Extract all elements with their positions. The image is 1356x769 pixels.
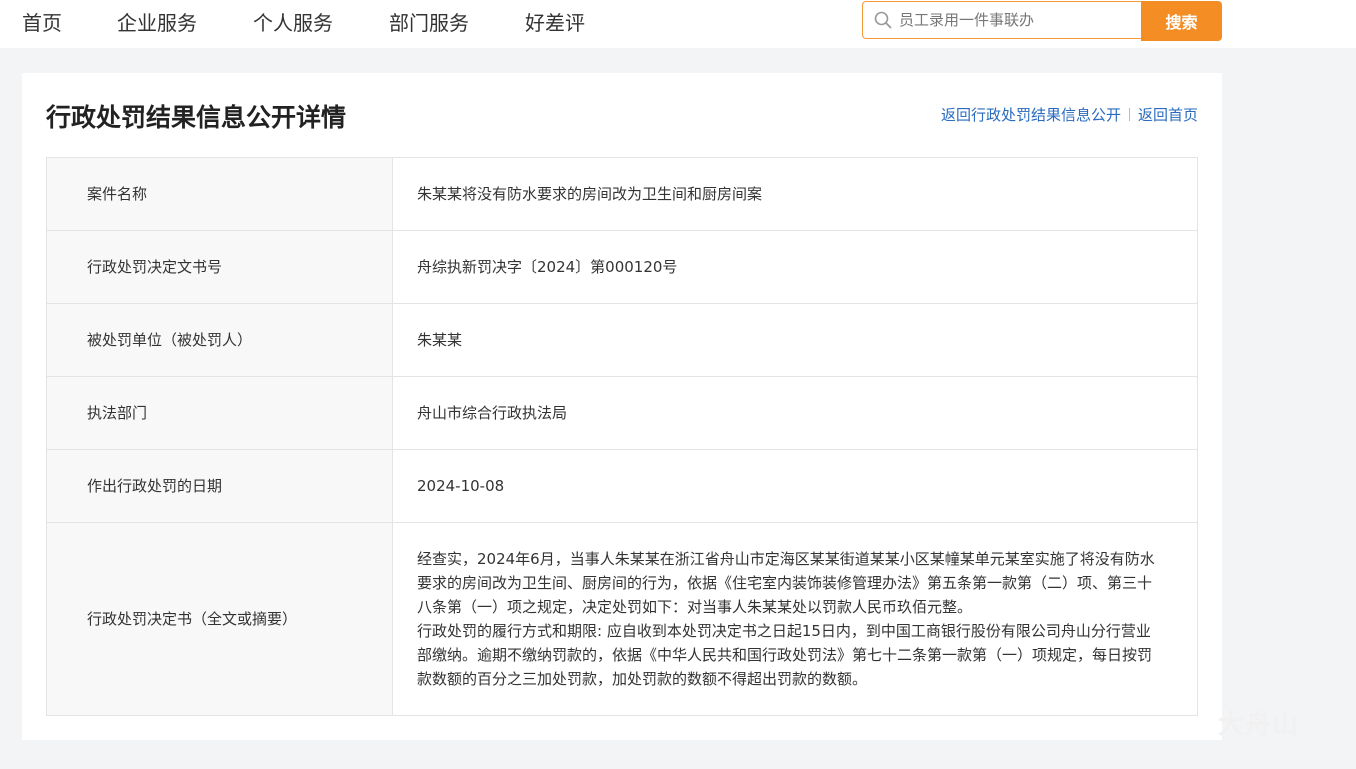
- decision-paragraph: 行政处罚的履行方式和期限: 应自收到本处罚决定书之日起15日内，到中国工商银行股…: [417, 622, 1153, 688]
- back-home-link[interactable]: 返回首页: [1138, 106, 1198, 124]
- link-divider: [1128, 108, 1130, 121]
- row-label: 执法部门: [46, 376, 393, 450]
- row-label: 作出行政处罚的日期: [46, 449, 393, 523]
- back-to-list-link[interactable]: 返回行政处罚结果信息公开: [941, 106, 1121, 124]
- table-row: 案件名称 朱某某将没有防水要求的房间改为卫生间和厨房间案: [46, 157, 1198, 231]
- row-value: 朱某某将没有防水要求的房间改为卫生间和厨房间案: [392, 157, 1198, 231]
- row-value: 2024-10-08: [392, 449, 1198, 523]
- page-title: 行政处罚结果信息公开详情: [46, 103, 347, 132]
- detail-table: 案件名称 朱某某将没有防水要求的房间改为卫生间和厨房间案 行政处罚决定文书号 舟…: [46, 157, 1198, 716]
- nav-item-department-services[interactable]: 部门服务: [389, 9, 469, 37]
- decision-paragraph: 经查实，2024年6月，当事人朱某某在浙江省舟山市定海区某某街道某某小区某幢某单…: [417, 550, 1155, 616]
- row-value: 舟山市综合行政执法局: [392, 376, 1198, 450]
- table-row: 行政处罚决定文书号 舟综执新罚决字〔2024〕第000120号: [46, 230, 1198, 304]
- search-box: [862, 1, 1141, 39]
- search-input[interactable]: [899, 2, 1134, 38]
- row-label: 行政处罚决定文书号: [46, 230, 393, 304]
- row-value: 朱某某: [392, 303, 1198, 377]
- search-button[interactable]: 搜索: [1141, 1, 1222, 41]
- header-links: 返回行政处罚结果信息公开 返回首页: [941, 104, 1198, 126]
- nav-item-home[interactable]: 首页: [22, 9, 62, 37]
- row-label: 行政处罚决定书（全文或摘要）: [46, 522, 393, 716]
- table-row: 被处罚单位（被处罚人） 朱某某: [46, 303, 1198, 377]
- nav-item-enterprise-services[interactable]: 企业服务: [117, 9, 197, 37]
- watermark-logo: 大舟山: [1218, 710, 1300, 740]
- search-icon: [874, 11, 892, 29]
- nav-item-personal-services[interactable]: 个人服务: [253, 9, 333, 37]
- row-value: 舟综执新罚决字〔2024〕第000120号: [392, 230, 1198, 304]
- row-label: 案件名称: [46, 157, 393, 231]
- nav-item-rating[interactable]: 好差评: [525, 9, 585, 37]
- decision-text: 经查实，2024年6月，当事人朱某某在浙江省舟山市定海区某某街道某某小区某幢某单…: [392, 522, 1198, 716]
- table-row: 行政处罚决定书（全文或摘要） 经查实，2024年6月，当事人朱某某在浙江省舟山市…: [46, 522, 1198, 716]
- detail-card: 行政处罚结果信息公开详情 返回行政处罚结果信息公开 返回首页 案件名称 朱某某将没…: [22, 73, 1222, 740]
- top-nav-bar: 首页 企业服务 个人服务 部门服务 好差评 搜索: [0, 0, 1356, 48]
- table-row: 执法部门 舟山市综合行政执法局: [46, 376, 1198, 450]
- table-row: 作出行政处罚的日期 2024-10-08: [46, 449, 1198, 523]
- row-label: 被处罚单位（被处罚人）: [46, 303, 393, 377]
